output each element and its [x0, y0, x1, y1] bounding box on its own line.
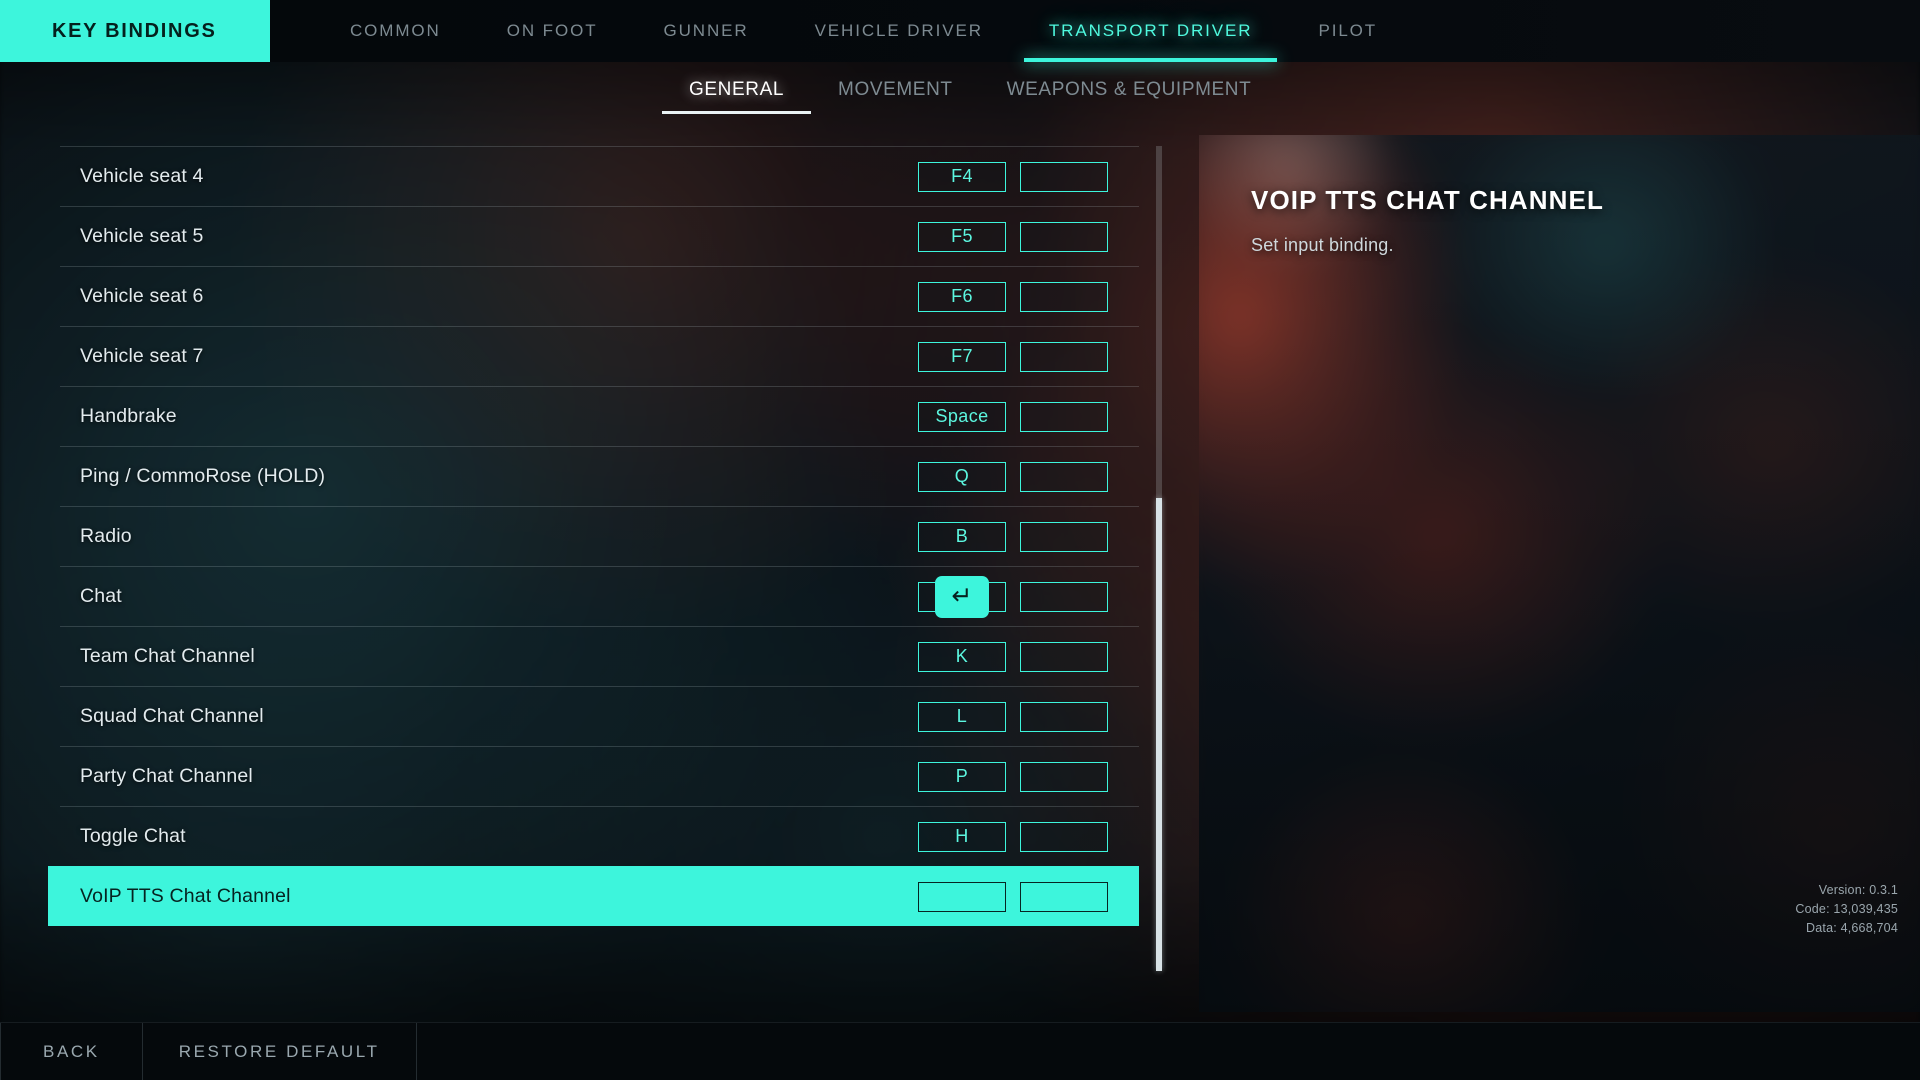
binding-action-label: Team Chat Channel — [80, 645, 255, 667]
binding-action-label: Party Chat Channel — [80, 765, 253, 787]
nav-tab-pilot[interactable]: PILOT — [1285, 0, 1410, 62]
binding-key-slots: H — [918, 821, 1139, 852]
binding-primary-key[interactable]: H — [918, 821, 1006, 852]
binding-primary-key[interactable]: F4 — [918, 161, 1006, 192]
build-info: Version: 0.3.1 Code: 13,039,435 Data: 4,… — [1795, 881, 1898, 938]
binding-row[interactable]: Vehicle seat 5 F5 — [60, 206, 1139, 266]
binding-key-slots: B — [918, 521, 1139, 552]
info-panel-title: VOIP TTS CHAT CHANNEL — [1251, 185, 1604, 215]
binding-key-slots: Space — [918, 401, 1139, 432]
binding-row[interactable]: Vehicle seat 6 F6 — [60, 266, 1139, 326]
binding-primary-key[interactable]: B — [918, 521, 1006, 552]
binding-row[interactable]: Toggle Chat H — [60, 806, 1139, 866]
binding-primary-key[interactable]: ↵ — [918, 575, 1006, 618]
binding-primary-key[interactable]: P — [918, 761, 1006, 792]
settings-body: Vehicle seat 4 F4 Vehicle seat 5 F5 Vehicle … — [0, 117, 1920, 1012]
nav-tab-on-foot[interactable]: ON FOOT — [474, 0, 631, 62]
bindings-list: Vehicle seat 4 F4 Vehicle seat 5 F5 Vehicle … — [48, 146, 1139, 926]
binding-primary-key[interactable]: L — [918, 701, 1006, 732]
binding-secondary-key[interactable] — [1020, 281, 1108, 312]
enter-key-icon: ↵ — [935, 575, 989, 618]
binding-key-slots — [918, 881, 1139, 912]
back-button[interactable]: BACK — [0, 1023, 143, 1080]
binding-secondary-key[interactable] — [1020, 221, 1108, 252]
section-tab-general[interactable]: GENERAL — [662, 62, 812, 117]
binding-secondary-key[interactable] — [1020, 821, 1108, 852]
binding-primary-key[interactable]: Space — [918, 401, 1006, 432]
binding-key-slots: ↵ — [918, 575, 1139, 618]
binding-row[interactable]: Chat ↵ — [60, 566, 1139, 626]
binding-primary-key[interactable]: F7 — [918, 341, 1006, 372]
binding-secondary-key[interactable] — [1020, 341, 1108, 372]
info-panel-description: Set input binding. — [1251, 235, 1394, 255]
binding-key-slots: F4 — [918, 161, 1139, 192]
binding-secondary-key[interactable] — [1020, 521, 1108, 552]
category-tab-list: COMMON ON FOOT GUNNER VEHICLE DRIVER TRANSPO… — [270, 0, 1410, 62]
binding-action-label: Squad Chat Channel — [80, 705, 264, 727]
binding-key-slots: P — [918, 761, 1139, 792]
section-tab-movement[interactable]: MOVEMENT — [811, 62, 980, 117]
binding-action-label: VoIP TTS Chat Channel — [80, 885, 291, 907]
binding-row[interactable]: VoIP TTS Chat Channel — [48, 866, 1139, 926]
binding-row[interactable]: Radio B — [60, 506, 1139, 566]
binding-row[interactable]: Handbrake Space — [60, 386, 1139, 446]
bindings-list-panel: Vehicle seat 4 F4 Vehicle seat 5 F5 Vehicle … — [0, 117, 1199, 1012]
bindings-scrollbar[interactable] — [1156, 146, 1162, 971]
binding-row[interactable]: Team Chat Channel K — [60, 626, 1139, 686]
binding-secondary-key[interactable] — [1020, 581, 1108, 612]
binding-key-slots: K — [918, 641, 1139, 672]
binding-action-label: Radio — [80, 525, 132, 547]
binding-primary-key[interactable] — [918, 881, 1006, 912]
binding-primary-key[interactable]: Q — [918, 461, 1006, 492]
binding-secondary-key[interactable] — [1020, 161, 1108, 192]
binding-action-label: Vehicle seat 6 — [80, 285, 204, 307]
binding-secondary-key[interactable] — [1020, 761, 1108, 792]
restore-default-button[interactable]: RESTORE DEFAULT — [143, 1023, 417, 1080]
binding-action-label: Vehicle seat 4 — [80, 165, 204, 187]
binding-row[interactable]: Vehicle seat 4 F4 — [60, 146, 1139, 206]
binding-row[interactable]: Ping / CommoRose (HOLD) Q — [60, 446, 1139, 506]
nav-tab-gunner[interactable]: GUNNER — [630, 0, 781, 62]
binding-primary-key[interactable]: K — [918, 641, 1006, 672]
binding-action-label: Chat — [80, 585, 122, 607]
binding-row[interactable]: Squad Chat Channel L — [60, 686, 1139, 746]
bottom-action-bar: BACK RESTORE DEFAULT — [0, 1022, 1920, 1080]
binding-action-label: Handbrake — [80, 405, 177, 427]
binding-action-label: Toggle Chat — [80, 825, 186, 847]
key-bindings-brand-label: KEY BINDINGS — [0, 0, 270, 62]
binding-secondary-key[interactable] — [1020, 461, 1108, 492]
nav-tab-transport-driver[interactable]: TRANSPORT DRIVER — [1016, 0, 1286, 62]
binding-info-panel: VOIP TTS CHAT CHANNEL Set input binding.… — [1199, 135, 1920, 1012]
binding-secondary-key[interactable] — [1020, 641, 1108, 672]
binding-secondary-key[interactable] — [1020, 881, 1108, 912]
binding-key-slots: L — [918, 701, 1139, 732]
build-data: Data: 4,668,704 — [1806, 921, 1898, 935]
binding-secondary-key[interactable] — [1020, 401, 1108, 432]
binding-key-slots: F6 — [918, 281, 1139, 312]
binding-action-label: Ping / CommoRose (HOLD) — [80, 465, 326, 487]
top-navigation-bar: KEY BINDINGS COMMON ON FOOT GUNNER VEHICLE … — [0, 0, 1920, 62]
binding-primary-key[interactable]: F5 — [918, 221, 1006, 252]
binding-action-label: Vehicle seat 7 — [80, 345, 204, 367]
binding-key-slots: Q — [918, 461, 1139, 492]
nav-tab-common[interactable]: COMMON — [317, 0, 474, 62]
binding-key-slots: F5 — [918, 221, 1139, 252]
nav-tab-vehicle-driver[interactable]: VEHICLE DRIVER — [782, 0, 1016, 62]
binding-action-label: Vehicle seat 5 — [80, 225, 204, 247]
build-code: Code: 13,039,435 — [1795, 902, 1898, 916]
binding-row[interactable]: Vehicle seat 7 F7 — [60, 326, 1139, 386]
binding-secondary-key[interactable] — [1020, 701, 1108, 732]
binding-key-slots: F7 — [918, 341, 1139, 372]
build-version: Version: 0.3.1 — [1818, 883, 1898, 897]
bindings-scrollbar-thumb[interactable] — [1156, 498, 1162, 971]
binding-primary-key[interactable]: F6 — [918, 281, 1006, 312]
binding-row[interactable]: Party Chat Channel P — [60, 746, 1139, 806]
section-tab-weapons-equipment[interactable]: WEAPONS & EQUIPMENT — [980, 62, 1279, 117]
section-tab-list: GENERAL MOVEMENT WEAPONS & EQUIPMENT — [0, 62, 1920, 117]
